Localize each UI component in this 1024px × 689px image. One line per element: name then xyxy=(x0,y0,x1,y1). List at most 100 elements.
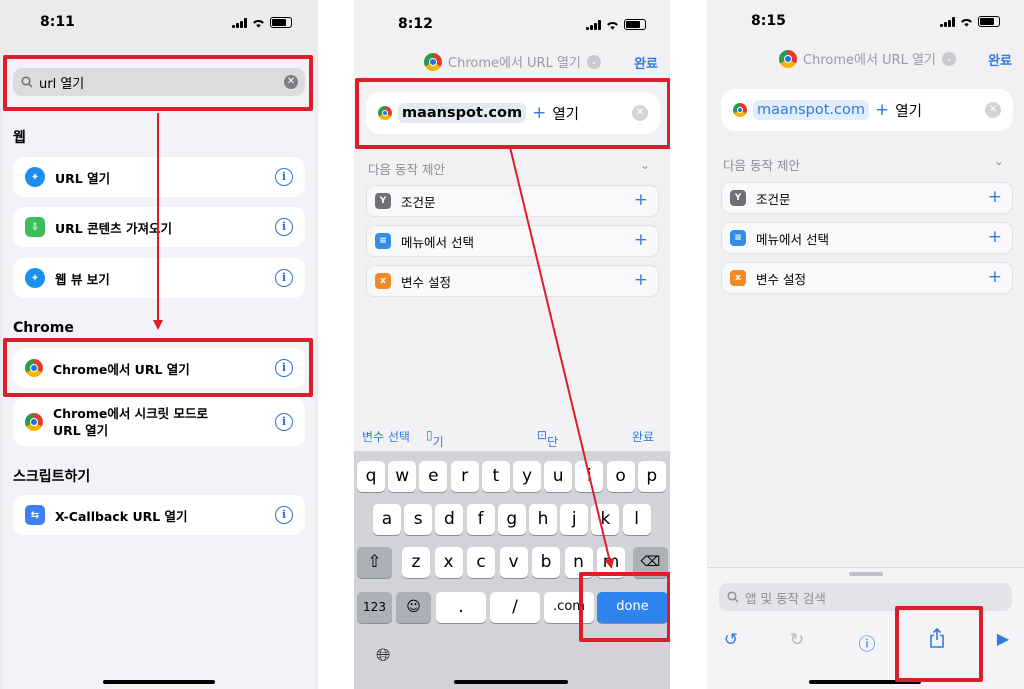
key-e[interactable]: e xyxy=(419,461,448,492)
action-title-text: Chrome에서 URL 열기 xyxy=(448,56,581,71)
info-icon[interactable]: i xyxy=(275,168,293,186)
redo-icon[interactable]: ↻ xyxy=(785,630,809,650)
info-icon[interactable]: i xyxy=(275,218,293,236)
key-a[interactable]: a xyxy=(373,504,401,535)
chrome-icon xyxy=(779,49,797,68)
sheet-handle[interactable] xyxy=(849,572,883,576)
suggestion-label: 조건문 xyxy=(401,194,436,210)
key-g[interactable]: g xyxy=(497,504,526,535)
slash-key[interactable]: / xyxy=(490,592,540,623)
add-icon[interactable]: + xyxy=(634,190,648,210)
chevron-down-icon[interactable]: ⌄ xyxy=(640,158,650,172)
key-d[interactable]: d xyxy=(435,504,464,535)
keyboard-done-button[interactable]: 완료 xyxy=(632,428,654,445)
remove-action-icon[interactable]: ✕ xyxy=(985,102,1001,118)
chevron-down-icon[interactable]: ⌄ xyxy=(586,54,601,69)
key-z[interactable]: z xyxy=(402,547,430,578)
phone-screen-3: 8:15 Chrome에서 URL 열기 ⌄ 완료 maanspot.com +… xyxy=(707,0,1024,689)
info-icon[interactable]: i xyxy=(275,269,293,287)
key-y[interactable]: y xyxy=(513,461,541,492)
add-icon[interactable]: + xyxy=(988,267,1002,287)
action-title[interactable]: Chrome에서 URL 열기 ⌄ xyxy=(779,49,956,68)
suggestion-label: 변수 설정 xyxy=(756,271,806,287)
suggestion-choose-from-menu[interactable]: ≡ 메뉴에서 선택 + xyxy=(721,222,1013,254)
suggestion-choose-from-menu[interactable]: ≡ 메뉴에서 선택 + xyxy=(366,225,659,257)
globe-icon[interactable]: 🌐︎ xyxy=(376,645,390,666)
status-icons xyxy=(232,17,292,28)
status-bar: 8:11 xyxy=(0,0,318,44)
key-j[interactable]: j xyxy=(560,504,589,535)
shift-key[interactable]: ⇧ xyxy=(357,547,392,578)
period-key[interactable]: . xyxy=(436,592,486,623)
key-w[interactable]: w xyxy=(388,461,417,492)
key-u[interactable]: u xyxy=(544,461,573,492)
info-icon[interactable]: i xyxy=(275,506,293,524)
wifi-icon xyxy=(961,18,972,27)
safari-icon: ✦ xyxy=(25,167,45,187)
key-t[interactable]: t xyxy=(481,461,510,492)
key-h[interactable]: h xyxy=(529,504,557,535)
phone-screen-1: 8:11 url 열기 ✕ 웹 ✦ URL 열기 i ⇩ URL 콘텐츠 가져오… xyxy=(0,0,318,689)
shortcut-input-button[interactable]: ⊡ 단축어 입력 xyxy=(537,428,558,517)
chevron-down-icon[interactable]: ⌄ xyxy=(941,51,956,66)
info-icon[interactable]: i xyxy=(275,413,293,431)
play-icon[interactable]: ▶ xyxy=(991,629,1015,648)
chevron-down-icon[interactable]: ⌄ xyxy=(994,154,1004,168)
select-variable-button[interactable]: 변수 선택 xyxy=(362,428,410,445)
battery-icon xyxy=(270,17,292,28)
add-icon[interactable]: + xyxy=(634,230,648,250)
callback-icon: ⇆ xyxy=(25,505,45,525)
menu-icon: ≡ xyxy=(375,233,391,249)
open-url-action-card[interactable]: maanspot.com + 열기 ✕ xyxy=(721,89,1013,131)
chrome-icon xyxy=(733,103,747,117)
key-v[interactable]: v xyxy=(499,547,528,578)
branch-icon: Y xyxy=(375,193,391,209)
action-show-web-view[interactable]: ✦ 웹 뷰 보기 i xyxy=(13,258,305,298)
status-icons xyxy=(940,16,1000,27)
key-k[interactable]: k xyxy=(591,504,620,535)
suggestion-set-variable[interactable]: x 변수 설정 + xyxy=(721,262,1013,294)
key-i[interactable]: i xyxy=(575,461,604,492)
action-open-x-callback-url[interactable]: ⇆ X-Callback URL 열기 i xyxy=(13,495,305,535)
action-open-url-in-chrome-incognito[interactable]: Chrome에서 시크릿 모드로 URL 열기 i xyxy=(13,398,305,446)
emoji-key[interactable]: ☺ xyxy=(396,592,431,623)
action-get-url-contents[interactable]: ⇩ URL 콘텐츠 가져오기 i xyxy=(13,207,305,247)
suggestion-label: 메뉴에서 선택 xyxy=(401,234,474,250)
add-icon[interactable]: + xyxy=(988,227,1002,247)
numbers-key[interactable]: 123 xyxy=(357,592,392,623)
highlight-box-chrome-action xyxy=(3,338,313,397)
key-p[interactable]: p xyxy=(637,461,666,492)
key-l[interactable]: l xyxy=(622,504,651,535)
suggestion-if[interactable]: Y 조건문 + xyxy=(366,185,659,217)
action-title[interactable]: Chrome에서 URL 열기 ⌄ xyxy=(424,52,601,71)
key-q[interactable]: q xyxy=(357,461,385,492)
suggestion-set-variable[interactable]: x 변수 설정 + xyxy=(366,265,659,297)
suggestion-if[interactable]: Y 조건문 + xyxy=(721,182,1013,214)
done-button[interactable]: 완료 xyxy=(634,53,658,72)
add-icon[interactable]: + xyxy=(634,270,648,290)
cellular-signal-icon xyxy=(232,17,247,28)
safari-icon: ✦ xyxy=(25,268,45,288)
key-s[interactable]: s xyxy=(404,504,433,535)
add-icon[interactable]: + xyxy=(988,187,1002,207)
editor-header: Chrome에서 URL 열기 ⌄ 완료 xyxy=(354,52,670,72)
key-x[interactable]: x xyxy=(434,547,463,578)
url-variable-token[interactable]: maanspot.com xyxy=(753,100,869,120)
add-icon[interactable]: + xyxy=(875,100,889,120)
info-icon[interactable]: ⓘ xyxy=(855,630,879,655)
key-r[interactable]: r xyxy=(450,461,479,492)
search-icon xyxy=(727,591,739,603)
key-o[interactable]: o xyxy=(606,461,635,492)
key-f[interactable]: f xyxy=(466,504,495,535)
home-indicator xyxy=(103,680,215,684)
action-label-line1: Chrome에서 시크릿 모드로 xyxy=(53,406,209,421)
key-c[interactable]: c xyxy=(467,547,495,578)
suggestion-label: 변수 설정 xyxy=(401,274,451,290)
undo-icon[interactable]: ↺ xyxy=(719,630,743,650)
status-icons xyxy=(586,19,646,30)
device-details-button[interactable]: ▯ 기기 세부사항 xyxy=(426,428,444,534)
action-open-url[interactable]: ✦ URL 열기 i xyxy=(13,157,305,197)
action-label-line2: URL 열기 xyxy=(53,423,109,438)
key-b[interactable]: b xyxy=(532,547,560,578)
done-button[interactable]: 완료 xyxy=(988,50,1012,69)
